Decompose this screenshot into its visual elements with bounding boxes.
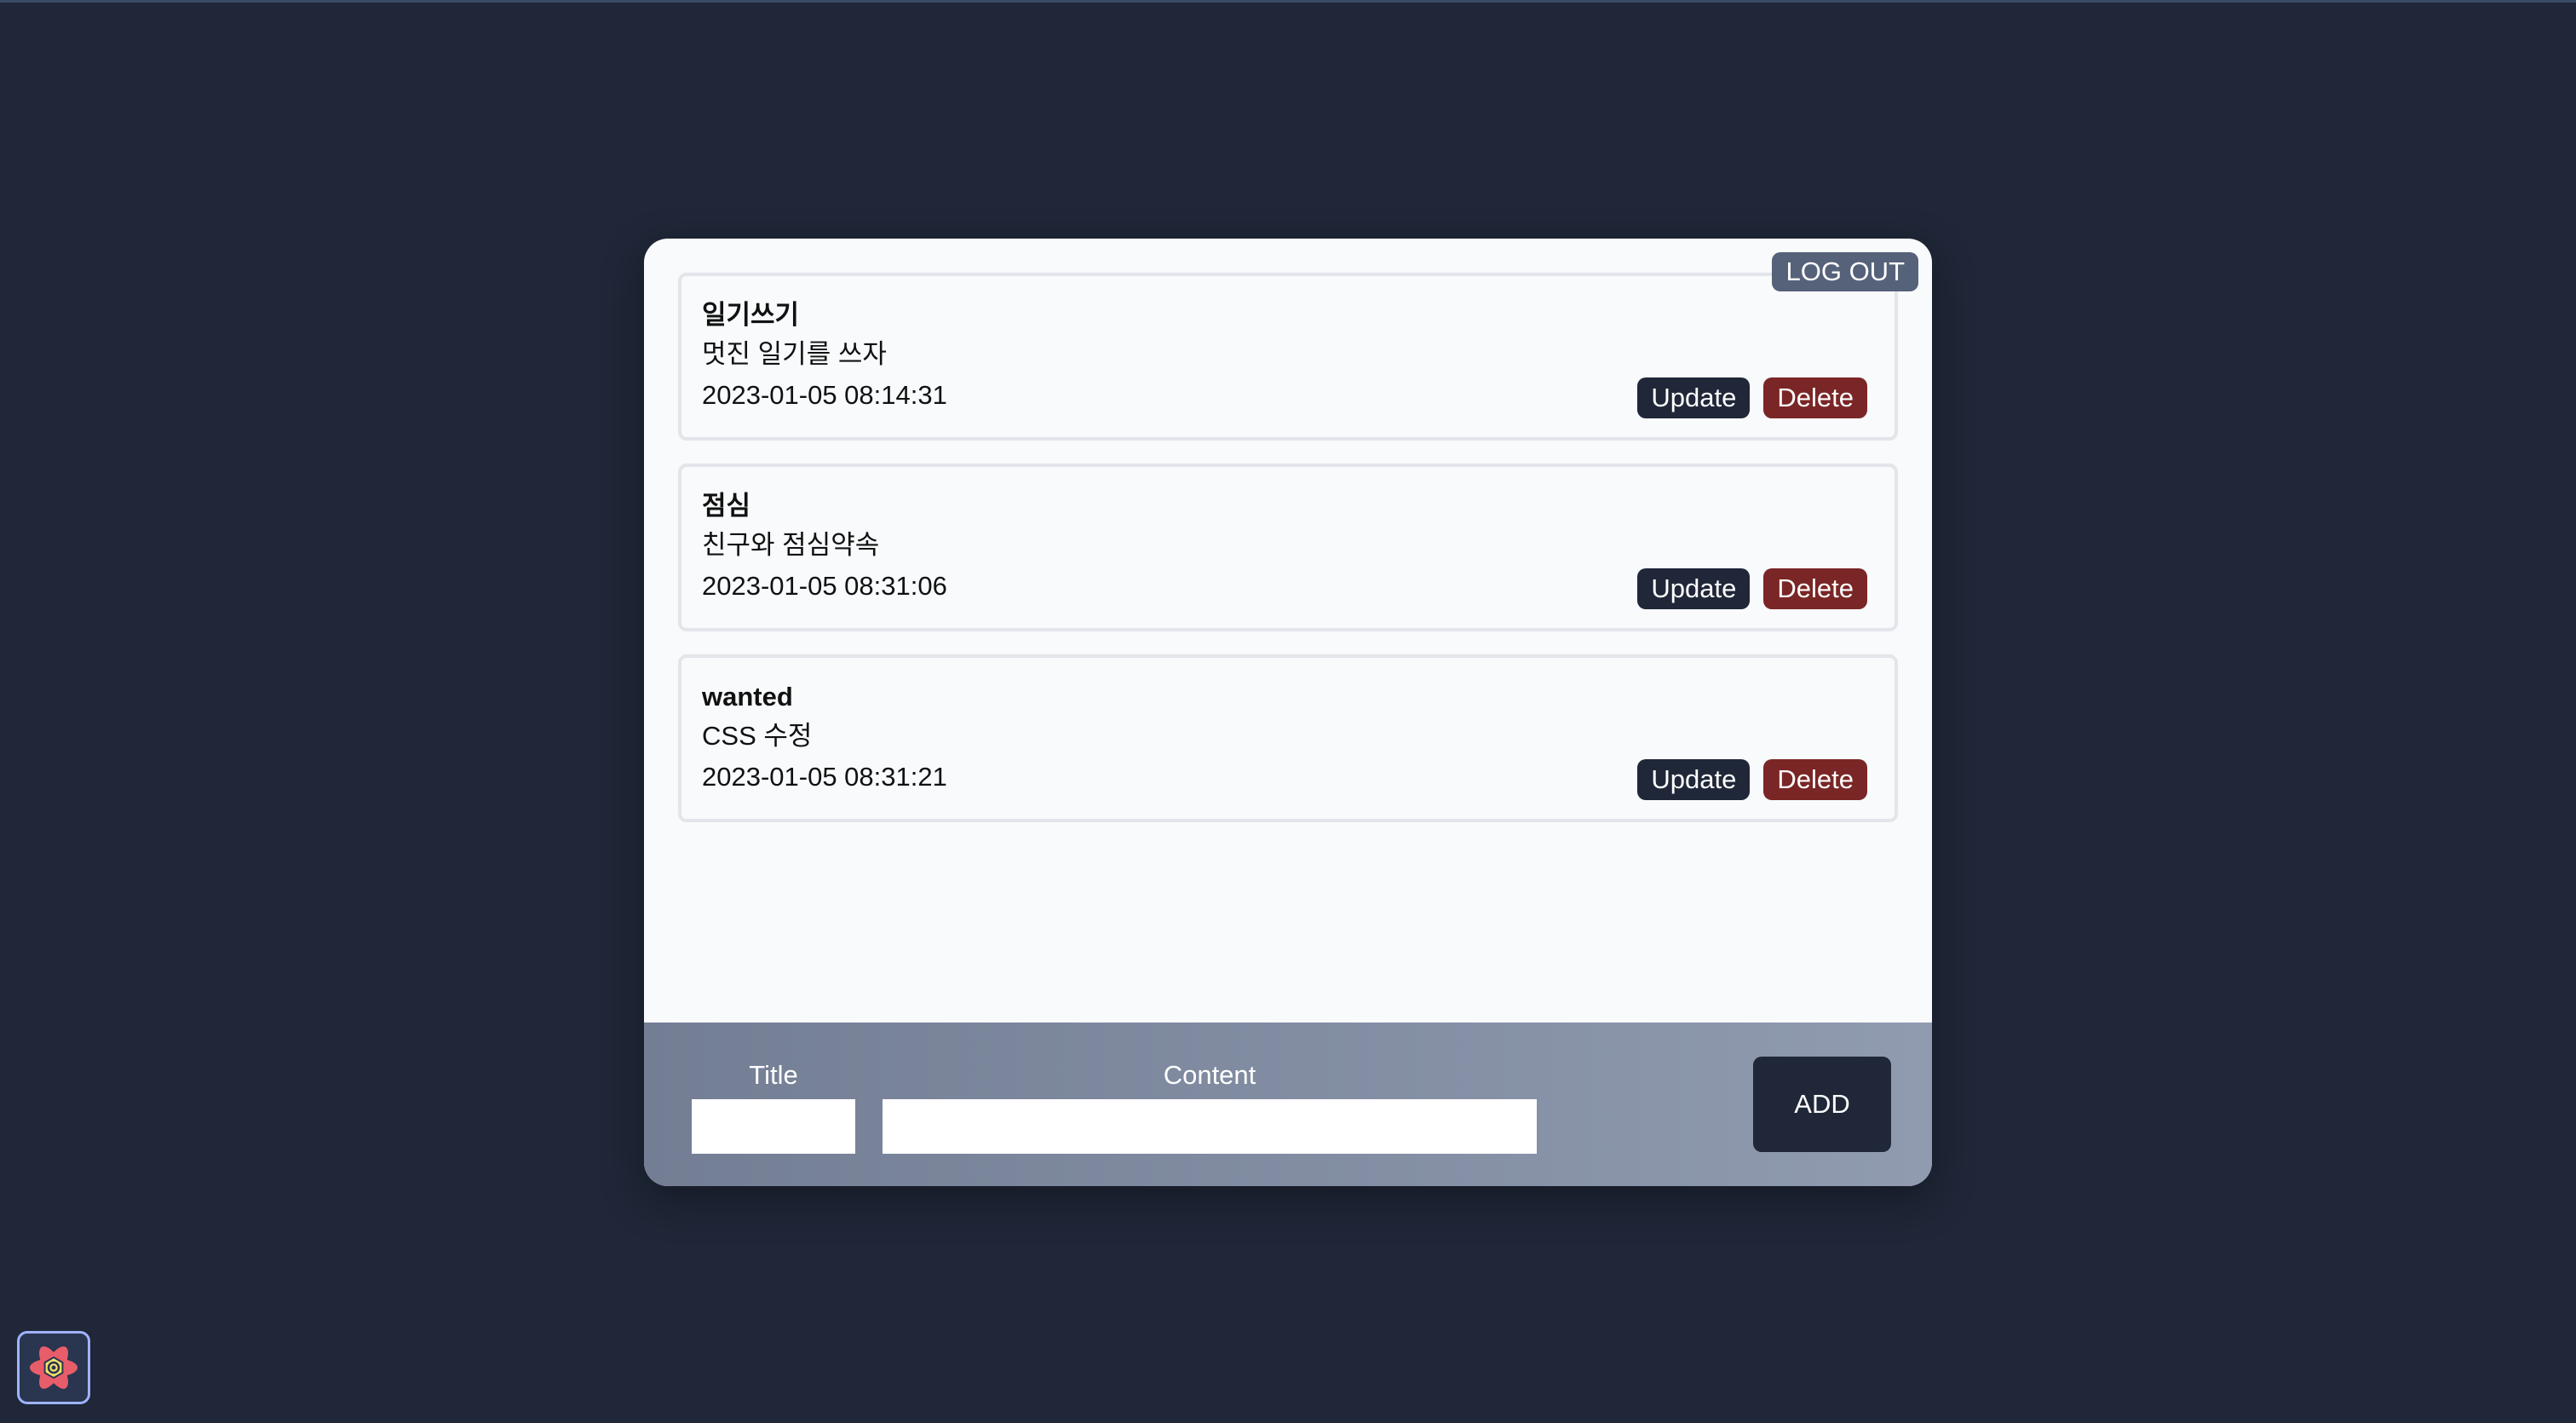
todo-content: CSS 수정 <box>702 721 813 751</box>
react-devtools-button[interactable] <box>17 1331 90 1404</box>
title-field-group: Title <box>692 1058 855 1154</box>
update-button[interactable]: Update <box>1637 377 1751 418</box>
title-input[interactable] <box>692 1099 855 1154</box>
logout-button[interactable]: LOG OUT <box>1772 252 1918 291</box>
delete-button[interactable]: Delete <box>1763 759 1867 800</box>
todo-item: wanted CSS 수정 2023-01-05 08:31:21 Update… <box>678 654 1898 822</box>
todo-title: 점심 <box>702 491 751 521</box>
delete-button[interactable]: Delete <box>1763 377 1867 418</box>
todo-app-card: LOG OUT 일기쓰기 멋진 일기를 쓰자 2023-01-05 08:14:… <box>644 239 1932 1186</box>
top-border-line <box>0 0 2576 3</box>
content-input[interactable] <box>883 1099 1537 1154</box>
todo-list: 일기쓰기 멋진 일기를 쓰자 2023-01-05 08:14:31 Updat… <box>678 273 1898 845</box>
content-label: Content <box>1163 1060 1256 1090</box>
todo-title: wanted <box>702 682 793 712</box>
todo-item: 점심 친구와 점심약속 2023-01-05 08:31:06 Update D… <box>678 464 1898 631</box>
delete-button[interactable]: Delete <box>1763 568 1867 609</box>
todo-actions: Update Delete <box>1637 568 1867 609</box>
react-devtools-icon <box>30 1346 78 1389</box>
todo-content: 멋진 일기를 쓰자 <box>702 339 887 369</box>
content-field-group: Content <box>883 1058 1537 1154</box>
todo-item: 일기쓰기 멋진 일기를 쓰자 2023-01-05 08:14:31 Updat… <box>678 273 1898 441</box>
todo-actions: Update Delete <box>1637 377 1867 418</box>
add-todo-form: Title Content ADD <box>644 1023 1932 1186</box>
todo-actions: Update Delete <box>1637 759 1867 800</box>
update-button[interactable]: Update <box>1637 568 1751 609</box>
update-button[interactable]: Update <box>1637 759 1751 800</box>
add-button[interactable]: ADD <box>1753 1057 1891 1152</box>
title-label: Title <box>749 1060 798 1090</box>
todo-title: 일기쓰기 <box>702 300 800 330</box>
todo-content: 친구와 점심약속 <box>702 530 880 560</box>
